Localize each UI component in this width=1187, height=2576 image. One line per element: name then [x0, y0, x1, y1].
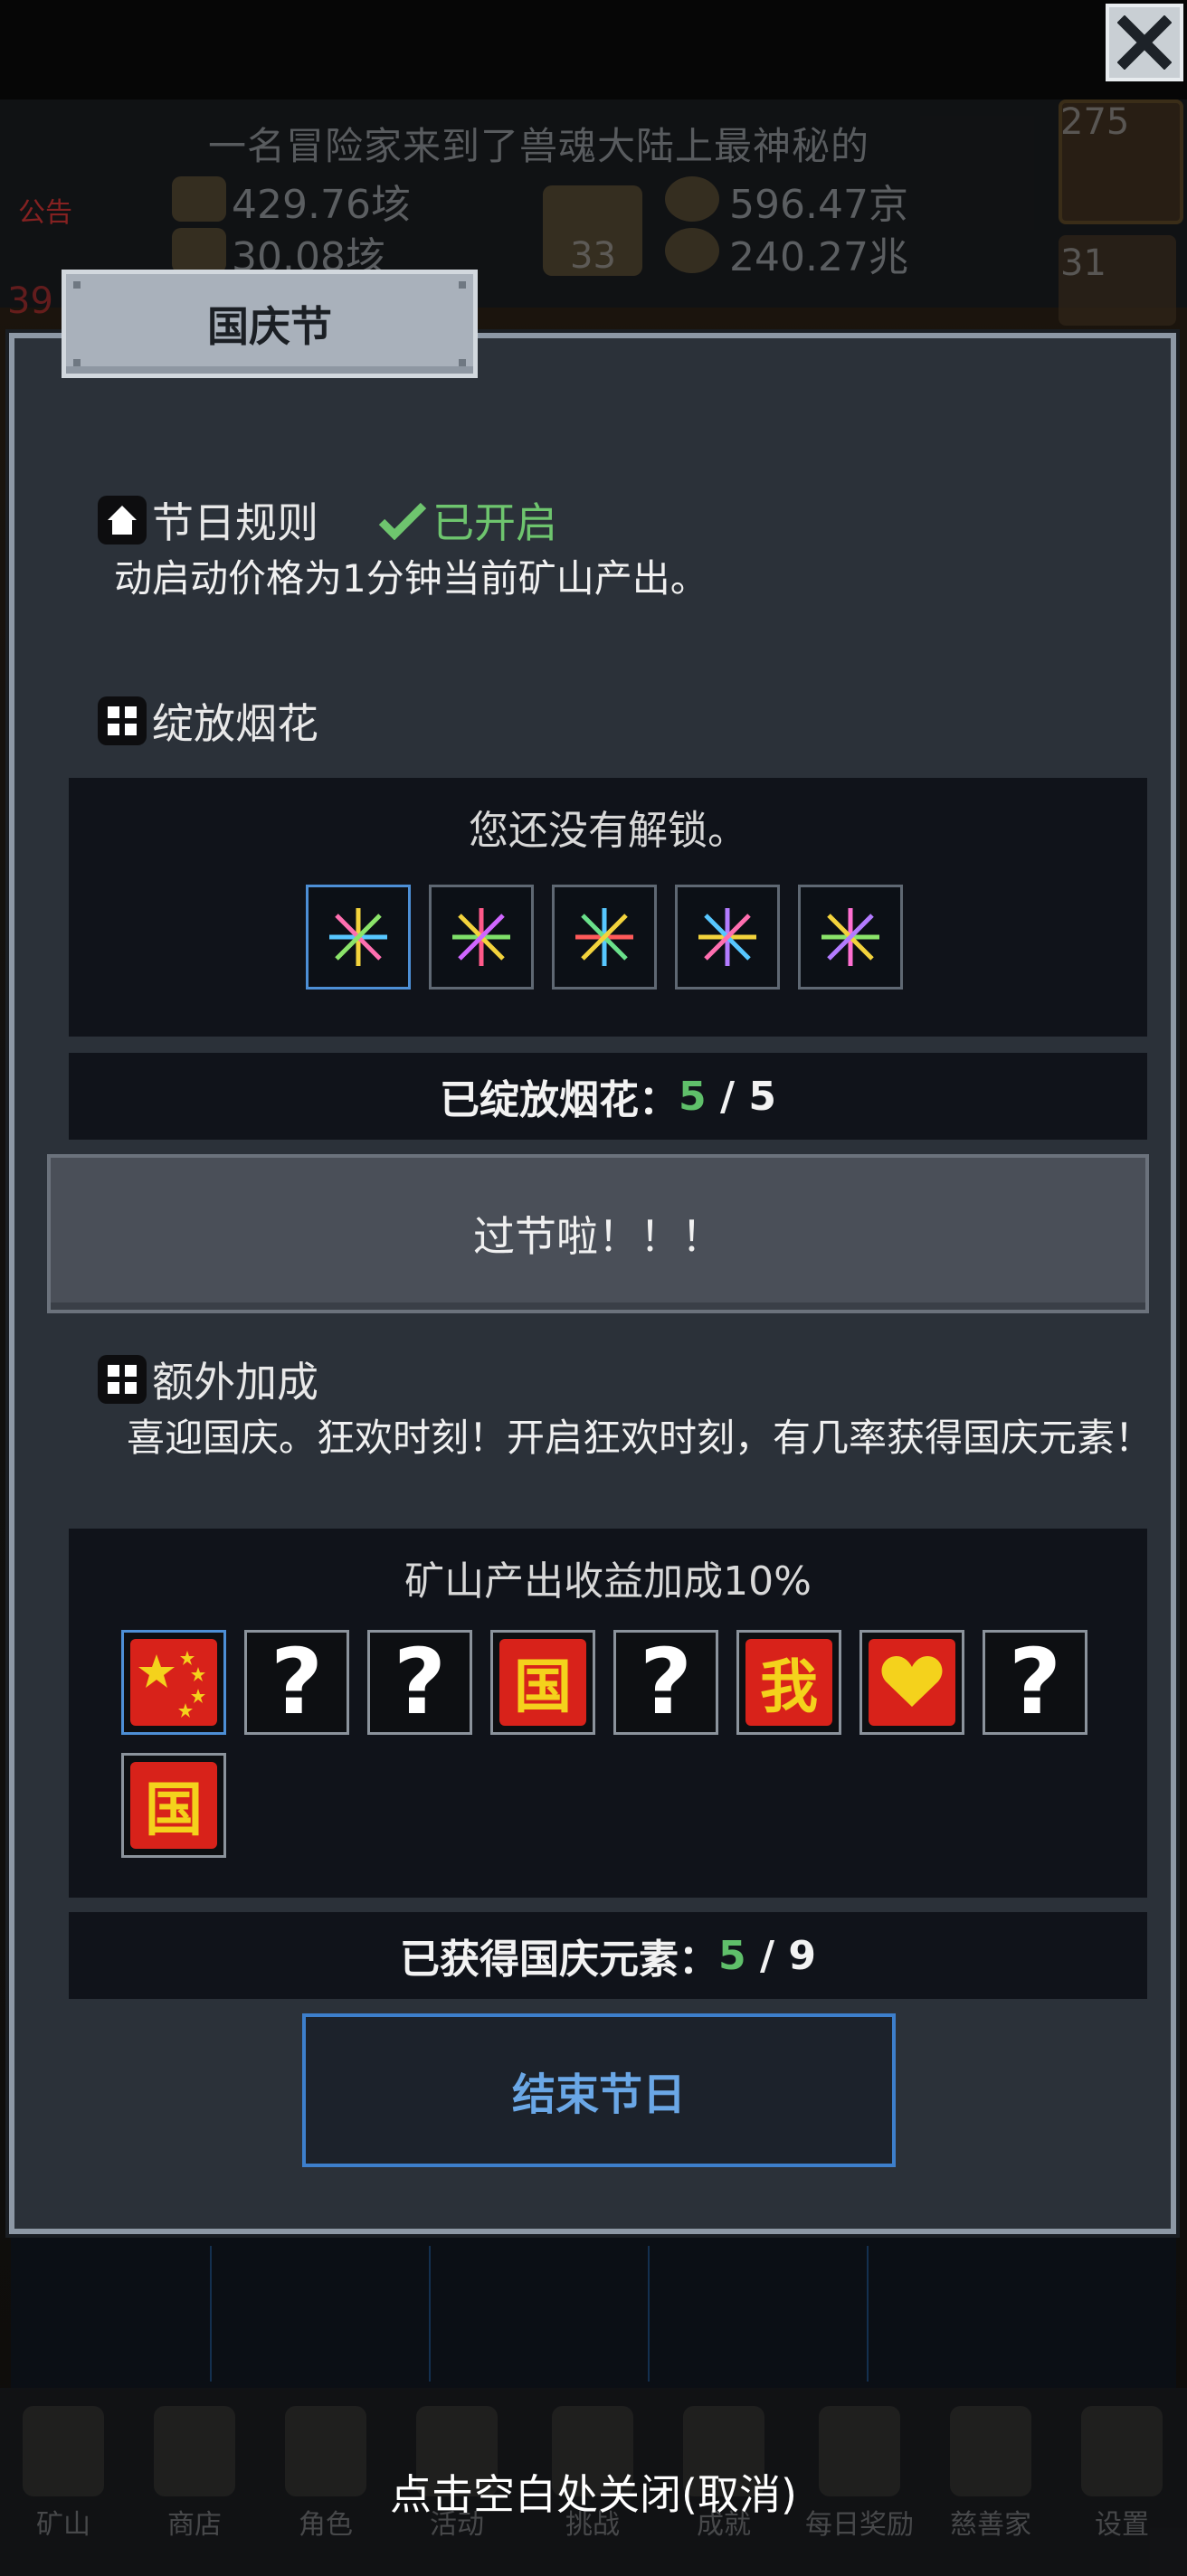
- rivet: [459, 281, 466, 289]
- firework-slot[interactable]: [675, 885, 780, 990]
- fireworks-heading-label: 绽放烟花: [152, 699, 318, 748]
- firework-slot[interactable]: [306, 885, 411, 990]
- question-mark-icon: ?: [1008, 1629, 1061, 1735]
- element-slot-locked[interactable]: ?: [613, 1630, 718, 1735]
- elements-count-label: 已获得国庆元素：: [400, 1937, 719, 1983]
- firework-icon: [698, 908, 756, 966]
- close-icon: [1117, 15, 1172, 70]
- firework-icon: [329, 908, 387, 966]
- rules-text: 动启动价格为1分钟当前矿山产出。: [114, 556, 708, 601]
- rules-heading: 节日规则 已开启: [98, 490, 557, 550]
- firework-icon: [452, 908, 510, 966]
- element-slot[interactable]: 国: [490, 1630, 595, 1735]
- wo-char-icon: 我: [745, 1639, 832, 1726]
- bonus-heading-label: 额外加成: [152, 1358, 318, 1406]
- china-flag-icon: [130, 1639, 217, 1726]
- heart-icon: [869, 1639, 955, 1726]
- rivet: [459, 359, 466, 366]
- firework-icon: [821, 908, 879, 966]
- fireworks-count-total: 5: [748, 1073, 776, 1120]
- elements-count: 已获得国庆元素： 5 / 9: [69, 1912, 1147, 1999]
- question-mark-icon: ?: [393, 1629, 446, 1735]
- fireworks-count-current: 5: [679, 1073, 707, 1120]
- close-hint[interactable]: 点击空白处关闭(取消): [0, 2462, 1187, 2522]
- firework-slot[interactable]: [552, 885, 657, 990]
- bonus-panel-text: 矿山产出收益加成10%: [404, 1558, 812, 1605]
- close-button[interactable]: [1106, 4, 1183, 81]
- bonus-heading: 额外加成: [98, 1350, 318, 1409]
- status-enabled: 已开启: [378, 490, 557, 550]
- fireworks-heading: 绽放烟花: [98, 691, 318, 751]
- question-mark-icon: ?: [270, 1629, 323, 1735]
- guo-char-icon: 国: [130, 1762, 217, 1849]
- fireworks-locked-text: 您还没有解锁。: [469, 808, 747, 854]
- element-slot-locked[interactable]: ?: [244, 1630, 349, 1735]
- checkmark-icon: [378, 502, 427, 540]
- firework-icon: [575, 908, 633, 966]
- element-slot-locked[interactable]: ?: [983, 1630, 1087, 1735]
- bonus-text: 喜迎国庆。狂欢时刻！开启狂欢时刻，有几率获得国庆元素！: [127, 1416, 1154, 1460]
- grid-icon: [98, 696, 147, 745]
- dialog-title: 国庆节: [207, 302, 332, 351]
- fireworks-count-label: 已绽放烟花：: [440, 1077, 679, 1123]
- firework-slot[interactable]: [798, 885, 903, 990]
- rules-heading-label: 节日规则: [152, 498, 318, 547]
- count-separator: /: [706, 1073, 749, 1120]
- elements-count-current: 5: [718, 1932, 746, 1979]
- dialog-title-tab: 国庆节: [62, 270, 478, 378]
- rivet: [73, 359, 81, 366]
- fireworks-panel: 您还没有解锁。: [69, 778, 1147, 1037]
- celebrate-button[interactable]: 过节啦！！！: [47, 1154, 1149, 1313]
- grid-icon: [98, 1355, 147, 1404]
- question-mark-icon: ?: [639, 1629, 692, 1735]
- element-slot[interactable]: [859, 1630, 964, 1735]
- element-slot[interactable]: 国: [121, 1753, 226, 1858]
- element-slot-locked[interactable]: ?: [367, 1630, 472, 1735]
- festival-dialog: 节日规则 已开启 动启动价格为1分钟当前矿山产出。 绽放烟花 您还没有解锁。 已…: [9, 333, 1176, 2234]
- home-icon: [98, 496, 147, 545]
- count-separator: /: [745, 1932, 789, 1979]
- element-slot[interactable]: 我: [736, 1630, 841, 1735]
- fireworks-count: 已绽放烟花： 5 / 5: [69, 1053, 1147, 1140]
- bonus-panel: 矿山产出收益加成10% ? ? 国 ? 我 ? 国: [69, 1529, 1147, 1898]
- rivet: [73, 281, 81, 289]
- end-festival-button[interactable]: 结束节日: [302, 2013, 896, 2167]
- elements-count-total: 9: [788, 1932, 816, 1979]
- element-slot[interactable]: [121, 1630, 226, 1735]
- firework-slot[interactable]: [429, 885, 534, 990]
- status-enabled-label: 已开启: [432, 498, 557, 547]
- guo-char-icon: 国: [499, 1639, 586, 1726]
